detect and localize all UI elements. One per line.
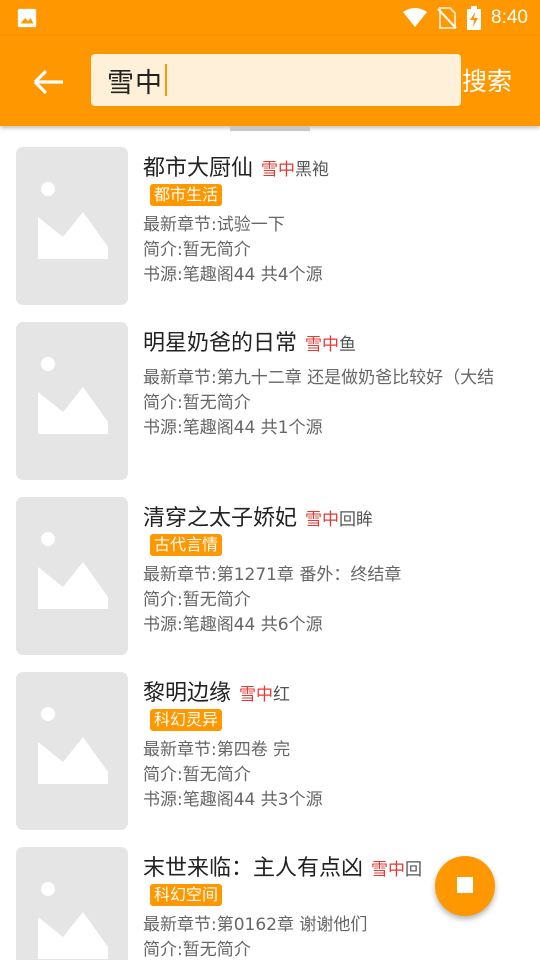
author-highlight: 雪中 bbox=[305, 510, 340, 530]
book-author: 雪中回 bbox=[371, 860, 422, 880]
status-icons: 8:40 bbox=[403, 6, 528, 30]
category-tag: 科幻空间 bbox=[150, 884, 223, 906]
stop-search-button[interactable] bbox=[435, 856, 495, 916]
author-highlight: 雪中 bbox=[239, 685, 274, 705]
stop-icon bbox=[457, 877, 473, 893]
book-title: 清穿之太子娇妃 bbox=[143, 506, 298, 531]
image-placeholder-icon bbox=[38, 707, 108, 784]
list-item[interactable]: 清穿之太子娇妃 雪中回眸 古代言情 最新章节:第1271章 番外：终结章 简介:暂… bbox=[0, 497, 540, 672]
book-cover bbox=[16, 847, 128, 960]
book-author: 雪中鱼 bbox=[305, 335, 356, 355]
book-author: 雪中回眸 bbox=[305, 510, 373, 530]
book-source: 书源:笔趣阁44 共6个源 bbox=[143, 615, 323, 635]
book-title: 明星奶爸的日常 bbox=[143, 331, 298, 356]
book-intro: 简介:暂无简介 bbox=[143, 240, 251, 260]
book-source: 书源:笔趣阁44 共1个源 bbox=[143, 418, 323, 438]
author-rest: 红 bbox=[273, 685, 291, 705]
book-intro: 简介:暂无简介 bbox=[143, 393, 251, 413]
search-input-value: 雪中 bbox=[107, 67, 163, 99]
book-source: 书源:笔趣阁44 共3个源 bbox=[143, 790, 323, 810]
author-rest: 黑袍 bbox=[295, 160, 330, 180]
title-row: 黎明边缘 雪中红 bbox=[143, 675, 290, 707]
scroll-indicator bbox=[230, 126, 310, 131]
author-rest: 回眸 bbox=[339, 510, 374, 530]
book-author: 雪中黑袍 bbox=[261, 160, 329, 180]
book-intro: 简介:暂无简介 bbox=[143, 765, 251, 785]
author-rest: 鱼 bbox=[339, 335, 357, 355]
image-placeholder-icon bbox=[38, 357, 108, 434]
list-item[interactable]: 都市大厨仙 雪中黑袍 都市生活 最新章节:试验一下 简介:暂无简介 书源:笔趣阁4… bbox=[0, 147, 540, 322]
author-highlight: 雪中 bbox=[371, 860, 406, 880]
list-item[interactable]: 明星奶爸的日常 雪中鱼 最新章节:第九十二章 还是做奶爸比较好（大结 简介:暂无简… bbox=[0, 322, 540, 497]
category-tag: 科幻灵异 bbox=[150, 709, 223, 731]
latest-chapter: 最新章节:第四卷 完 bbox=[143, 740, 291, 760]
title-row: 都市大厨仙 雪中黑袍 bbox=[143, 150, 329, 182]
book-cover bbox=[16, 497, 128, 655]
app-bar: 雪中 搜索 bbox=[0, 36, 540, 126]
battery-charging-icon bbox=[467, 6, 482, 30]
latest-chapter: 最新章节:第九十二章 还是做奶爸比较好（大结 bbox=[143, 368, 495, 388]
latest-chapter: 最新章节:试验一下 bbox=[143, 215, 285, 235]
image-icon bbox=[17, 8, 37, 28]
search-input[interactable]: 雪中 bbox=[91, 54, 461, 106]
author-rest: 回 bbox=[405, 860, 423, 880]
latest-chapter: 最新章节:第0162章 谢谢他们 bbox=[143, 915, 368, 935]
book-title: 黎明边缘 bbox=[143, 681, 232, 706]
book-source: 书源:笔趣阁44 共4个源 bbox=[143, 265, 323, 285]
arrow-left-icon bbox=[33, 69, 63, 95]
wifi-icon bbox=[403, 8, 428, 27]
book-title: 都市大厨仙 bbox=[143, 156, 254, 181]
text-cursor bbox=[165, 64, 167, 96]
book-cover bbox=[16, 672, 128, 830]
latest-chapter: 最新章节:第1271章 番外：终结章 bbox=[143, 565, 402, 585]
category-tag: 都市生活 bbox=[150, 184, 223, 206]
category-tag: 古代言情 bbox=[150, 534, 223, 556]
book-intro: 简介:暂无简介 bbox=[143, 590, 251, 610]
image-placeholder-icon bbox=[38, 882, 108, 959]
back-button[interactable] bbox=[24, 60, 74, 104]
book-author: 雪中红 bbox=[239, 685, 290, 705]
book-cover bbox=[16, 322, 128, 480]
search-button[interactable]: 搜索 bbox=[462, 62, 512, 98]
no-sim-icon bbox=[437, 7, 457, 29]
clock: 8:40 bbox=[491, 7, 528, 28]
image-placeholder-icon bbox=[38, 532, 108, 609]
image-placeholder-icon bbox=[38, 182, 108, 259]
book-cover bbox=[16, 147, 128, 305]
status-bar: 8:40 bbox=[0, 0, 540, 36]
author-highlight: 雪中 bbox=[305, 335, 340, 355]
author-highlight: 雪中 bbox=[261, 160, 296, 180]
title-row: 末世来临：主人有点凶 雪中回 bbox=[143, 850, 422, 882]
list-item[interactable]: 黎明边缘 雪中红 科幻灵异 最新章节:第四卷 完 简介:暂无简介 书源:笔趣阁44… bbox=[0, 672, 540, 847]
book-intro: 简介:暂无简介 bbox=[143, 940, 251, 960]
title-row: 明星奶爸的日常 雪中鱼 bbox=[143, 325, 356, 357]
title-row: 清穿之太子娇妃 雪中回眸 bbox=[143, 500, 373, 532]
book-title: 末世来临：主人有点凶 bbox=[143, 856, 364, 881]
